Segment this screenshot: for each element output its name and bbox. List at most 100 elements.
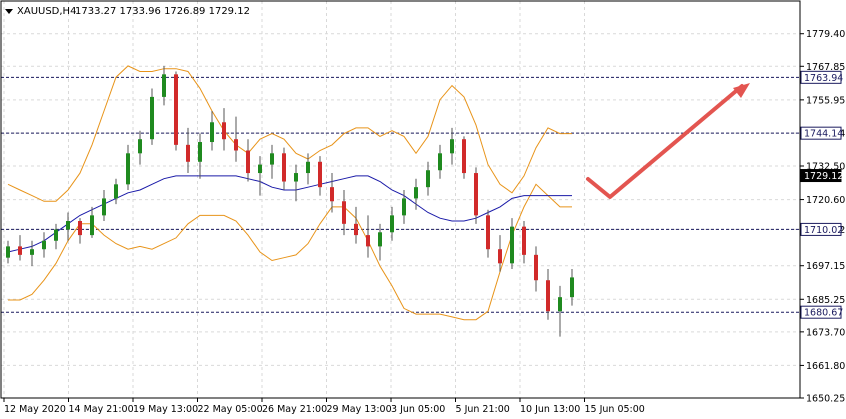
level-tag-2: 1710.02 xyxy=(804,225,843,236)
candle-body-0 xyxy=(6,246,10,258)
x-tick-label-1: 14 May 21:00 xyxy=(69,404,134,415)
candle-29 xyxy=(354,206,358,244)
price-chart[interactable]: 1779.401767.851755.951744.141732.501720.… xyxy=(0,0,846,419)
candle-0 xyxy=(6,240,10,264)
candle-body-33 xyxy=(402,198,406,216)
level-tag-0: 1763.94 xyxy=(804,73,843,84)
time-axis: 12 May 2020 14 May 21:00 19 May 13:00 22 Ma… xyxy=(3,398,645,415)
candle-36 xyxy=(438,144,442,179)
y-tick-label-10: 1661.80 xyxy=(806,361,845,372)
candle-3 xyxy=(42,232,46,258)
candle-2 xyxy=(30,240,34,267)
candle-body-37 xyxy=(450,139,454,154)
candle-body-22 xyxy=(270,153,274,165)
y-tick-label-9: 1673.70 xyxy=(806,327,845,338)
candle-body-1 xyxy=(18,246,22,255)
candle-14 xyxy=(174,71,178,151)
candle-22 xyxy=(270,144,274,179)
candle-body-28 xyxy=(342,201,346,224)
candle-body-9 xyxy=(114,184,118,199)
candle-body-47 xyxy=(570,277,574,298)
candle-body-35 xyxy=(426,170,430,188)
candle-body-25 xyxy=(306,161,310,174)
candle-body-11 xyxy=(138,139,142,154)
candle-21 xyxy=(258,156,262,196)
candle-body-23 xyxy=(282,153,286,182)
candle-body-34 xyxy=(414,187,418,199)
candle-9 xyxy=(114,178,118,205)
candle-body-19 xyxy=(234,139,238,151)
ohlc-values: 1733.27 1733.96 1726.89 1729.12 xyxy=(75,6,250,17)
candle-body-36 xyxy=(438,153,442,171)
candle-10 xyxy=(126,144,130,190)
candle-43 xyxy=(522,221,526,264)
candle-39 xyxy=(474,167,478,224)
candle-19 xyxy=(234,116,238,162)
candle-20 xyxy=(246,139,250,182)
arrow-shaft xyxy=(586,84,744,199)
bollinger-bands xyxy=(7,65,572,321)
candle-body-4 xyxy=(54,229,58,241)
candle-40 xyxy=(486,209,490,258)
candle-body-41 xyxy=(498,249,502,264)
candle-body-16 xyxy=(198,142,202,162)
candle-18 xyxy=(222,108,226,151)
candle-body-20 xyxy=(246,150,250,174)
candle-body-27 xyxy=(330,187,334,202)
x-tick-label-8: 10 Jun 13:00 xyxy=(520,404,580,415)
candle-17 xyxy=(210,111,214,151)
candle-body-32 xyxy=(390,215,394,233)
candle-44 xyxy=(534,246,538,292)
candle-1 xyxy=(18,235,22,261)
candle-body-15 xyxy=(186,144,190,162)
candlesticks xyxy=(6,65,574,337)
x-tick-label-3: 22 May 05:00 xyxy=(198,404,263,415)
candle-body-30 xyxy=(366,235,370,247)
candle-35 xyxy=(426,161,430,196)
candle-body-42 xyxy=(510,226,514,264)
candle-body-13 xyxy=(162,74,166,97)
y-tick-label-0: 1779.40 xyxy=(806,29,845,40)
candle-body-44 xyxy=(534,254,538,281)
y-tick-label-7: 1697.15 xyxy=(806,261,845,272)
candle-body-2 xyxy=(30,249,34,255)
x-tick-label-2: 19 May 13:00 xyxy=(133,404,198,415)
y-tick-label-8: 1685.25 xyxy=(806,295,845,306)
x-tick-label-5: 29 May 13:00 xyxy=(327,404,392,415)
candle-body-5 xyxy=(66,221,70,230)
collapse-triangle-icon[interactable] xyxy=(5,9,13,14)
y-tick-label-2: 1755.95 xyxy=(806,95,845,106)
current-price-tag: 1729.12 xyxy=(804,171,843,182)
candle-body-46 xyxy=(558,297,562,312)
candle-body-18 xyxy=(222,122,226,140)
candle-16 xyxy=(198,133,202,179)
candle-body-29 xyxy=(354,223,358,236)
candle-body-26 xyxy=(318,161,322,188)
candle-11 xyxy=(138,130,142,165)
candle-body-7 xyxy=(90,215,94,236)
x-tick-label-4: 26 May 21:00 xyxy=(262,404,327,415)
candle-body-24 xyxy=(294,173,298,182)
candle-body-21 xyxy=(258,164,262,174)
candle-30 xyxy=(366,215,370,258)
candle-body-38 xyxy=(462,139,466,174)
candle-body-10 xyxy=(126,153,130,185)
candle-28 xyxy=(342,189,346,236)
candle-body-3 xyxy=(42,240,46,250)
candle-body-45 xyxy=(546,280,550,312)
candle-body-40 xyxy=(486,215,490,250)
x-tick-label-6: 3 Jun 05:00 xyxy=(391,404,445,415)
y-tick-label-5: 1720.60 xyxy=(806,195,845,206)
candle-body-6 xyxy=(78,221,82,236)
candle-body-31 xyxy=(378,232,382,247)
price-axis: 1779.401767.851755.951744.141732.501720.… xyxy=(800,29,845,405)
candle-24 xyxy=(294,164,298,202)
candle-8 xyxy=(102,189,106,222)
x-tick-label-9: 15 Jun 05:00 xyxy=(585,404,645,415)
candle-body-43 xyxy=(522,226,526,255)
horizontal-levels xyxy=(1,76,800,313)
candle-6 xyxy=(78,218,82,244)
candle-23 xyxy=(282,147,286,190)
candle-body-12 xyxy=(150,96,154,140)
chart-header: XAUUSD,H4 1733.27 1733.96 1726.89 1729.1… xyxy=(5,6,250,17)
